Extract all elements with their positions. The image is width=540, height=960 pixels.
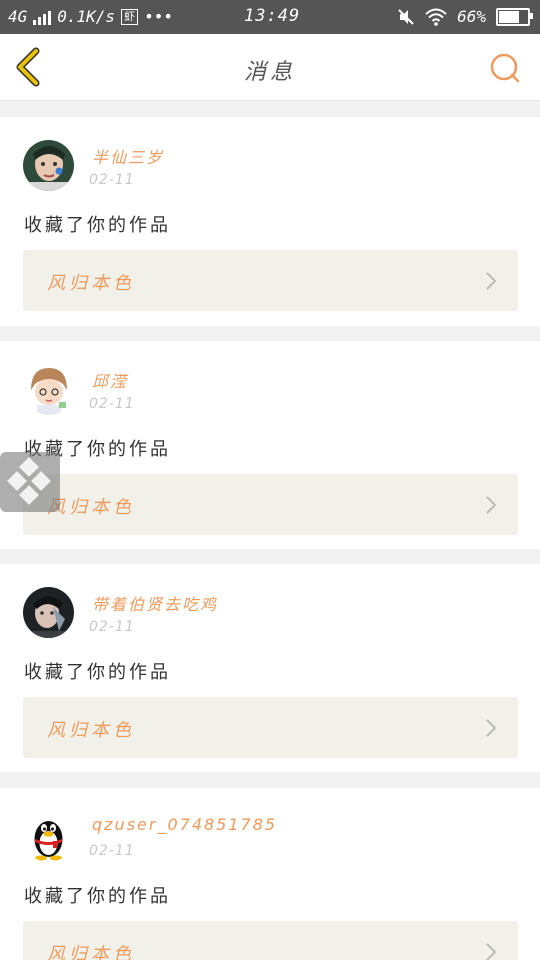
message-card: 带着伯贤去吃鸡 02-11 收藏了你的作品 风归本色 bbox=[0, 564, 540, 772]
message-date: 02-11 bbox=[89, 843, 135, 859]
username[interactable]: 带着伯贤去吃鸡 bbox=[92, 591, 218, 615]
username[interactable]: qzuser_074851785 bbox=[92, 815, 277, 834]
message-card: 半仙三岁 02-11 收藏了你的作品 风归本色 bbox=[0, 117, 540, 326]
network-type: 4G bbox=[8, 7, 28, 26]
action-text: 收藏了你的作品 bbox=[24, 662, 171, 683]
status-bar: 4G 0.1K/s 虾 ••• 13:49 66% bbox=[0, 0, 540, 34]
chevron-right-icon bbox=[486, 272, 497, 290]
chevron-right-icon bbox=[486, 496, 497, 514]
chevron-right-icon bbox=[486, 943, 497, 960]
avatar[interactable] bbox=[23, 587, 74, 638]
avatar[interactable] bbox=[23, 140, 74, 191]
network-speed: 0.1K/s bbox=[57, 7, 116, 26]
username[interactable]: 邱滢 bbox=[92, 368, 128, 392]
work-title: 风归本色 bbox=[47, 720, 135, 741]
clock: 13:49 bbox=[244, 6, 301, 26]
action-text: 收藏了你的作品 bbox=[24, 215, 171, 236]
mute-icon bbox=[398, 8, 414, 25]
work-title: 风归本色 bbox=[47, 944, 135, 960]
username[interactable]: 半仙三岁 bbox=[92, 144, 164, 168]
work-title: 风归本色 bbox=[47, 273, 135, 294]
page-title: 消息 bbox=[243, 60, 296, 85]
message-card: qzuser_074851785 02-11 收藏了你的作品 风归本色 bbox=[0, 788, 540, 960]
message-date: 02-11 bbox=[89, 619, 135, 635]
work-title: 风归本色 bbox=[47, 497, 135, 518]
header-bar: 消息 bbox=[0, 34, 540, 101]
chevron-right-icon bbox=[486, 719, 497, 737]
avatar[interactable] bbox=[23, 811, 74, 862]
app-notification-icon: 虾 bbox=[121, 8, 139, 25]
work-link[interactable]: 风归本色 bbox=[23, 921, 518, 960]
message-card: 邱滢 02-11 收藏了你的作品 风归本色 bbox=[0, 341, 540, 549]
wifi-icon bbox=[425, 8, 447, 26]
more-notifications-icon: ••• bbox=[144, 7, 173, 26]
screen: 4G 0.1K/s 虾 ••• 13:49 66% 消息 半仙三岁 02-11 … bbox=[0, 0, 540, 960]
search-button[interactable] bbox=[488, 51, 522, 85]
qq-penguin-icon bbox=[23, 811, 74, 862]
work-link[interactable]: 风归本色 bbox=[23, 697, 518, 758]
battery-icon bbox=[496, 7, 533, 26]
battery-percentage: 66% bbox=[457, 7, 486, 26]
work-link[interactable]: 风归本色 bbox=[23, 250, 518, 311]
work-link[interactable]: 风归本色 bbox=[23, 474, 518, 535]
signal-icon bbox=[33, 9, 52, 25]
message-date: 02-11 bbox=[89, 396, 135, 412]
avatar[interactable] bbox=[23, 364, 74, 415]
action-text: 收藏了你的作品 bbox=[24, 886, 171, 907]
message-date: 02-11 bbox=[89, 172, 135, 188]
diamond-grid-icon bbox=[7, 457, 51, 505]
search-icon bbox=[490, 53, 520, 83]
floating-assistant-button[interactable] bbox=[0, 452, 60, 512]
